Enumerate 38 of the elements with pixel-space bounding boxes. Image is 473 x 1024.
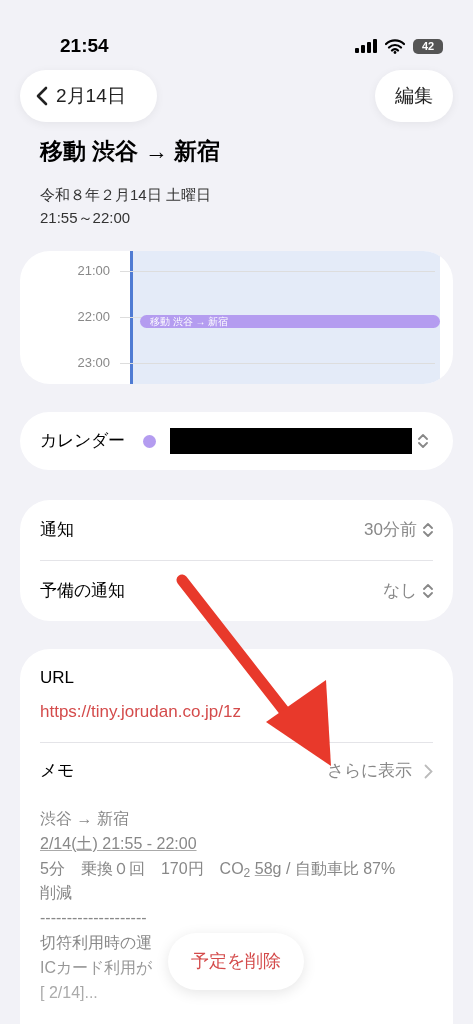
url-label: URL xyxy=(39,667,75,689)
hour-label: 22:00 xyxy=(76,308,110,327)
event-date: 令和８年２月14日 土曜日 xyxy=(40,184,212,205)
signal-icon xyxy=(355,39,377,53)
alert-value: なし xyxy=(383,580,417,603)
url-link[interactable]: https://tiny.jorudan.co.jp/1z xyxy=(20,690,261,742)
chevron-right-icon xyxy=(424,763,433,779)
alert-label: 通知 xyxy=(40,519,74,542)
event-time: 21:55～22:00 xyxy=(40,207,132,228)
alert-row[interactable]: 通知 30分前 xyxy=(20,500,453,560)
memo-line: 渋谷 → 新宿 xyxy=(40,809,129,829)
back-chevron-icon xyxy=(36,86,48,106)
show-more-link[interactable]: さらに表示 xyxy=(327,758,433,784)
chevron-updown-icon xyxy=(423,522,433,538)
memo-line: 2/14(土) 21:55 - 22:00 xyxy=(40,833,197,854)
memo-line: [ 2/14]... xyxy=(40,982,98,1003)
chevron-updown-icon xyxy=(423,583,433,599)
alert-row[interactable]: 予備の通知 なし xyxy=(20,561,453,621)
timeline-event: 移動 渋谷 → 新宿 xyxy=(140,315,440,328)
calendar-label: カレンダー xyxy=(40,430,125,453)
back-button[interactable]: 2月14日 xyxy=(20,70,157,122)
alert-label: 予備の通知 xyxy=(40,580,125,603)
memo-line: -------------------- xyxy=(40,908,147,929)
delete-event-button[interactable]: 予定を削除 xyxy=(168,933,304,990)
edit-button[interactable]: 編集 xyxy=(375,70,453,122)
alert-value: 30分前 xyxy=(364,519,417,542)
status-time: 21:54 xyxy=(60,33,109,58)
memo-label: メモ xyxy=(40,760,74,783)
battery-icon: 42 xyxy=(413,38,443,54)
memo-line: 5分 乗換０回 170円 CO$_{2}$ 58g / 自動車比 87% 削減 xyxy=(40,858,397,904)
calendar-row[interactable]: カレンダー xyxy=(20,412,453,470)
hour-label: 23:00 xyxy=(76,354,110,373)
wifi-icon xyxy=(385,38,405,54)
hour-label: 21:00 xyxy=(76,262,110,281)
chevron-updown-icon xyxy=(418,433,428,449)
memo-line: 切符利用時の運 xyxy=(40,933,152,953)
event-title: 移動 渋谷 → 新宿 xyxy=(40,137,222,166)
memo-line: ICカード利用が xyxy=(40,957,152,978)
